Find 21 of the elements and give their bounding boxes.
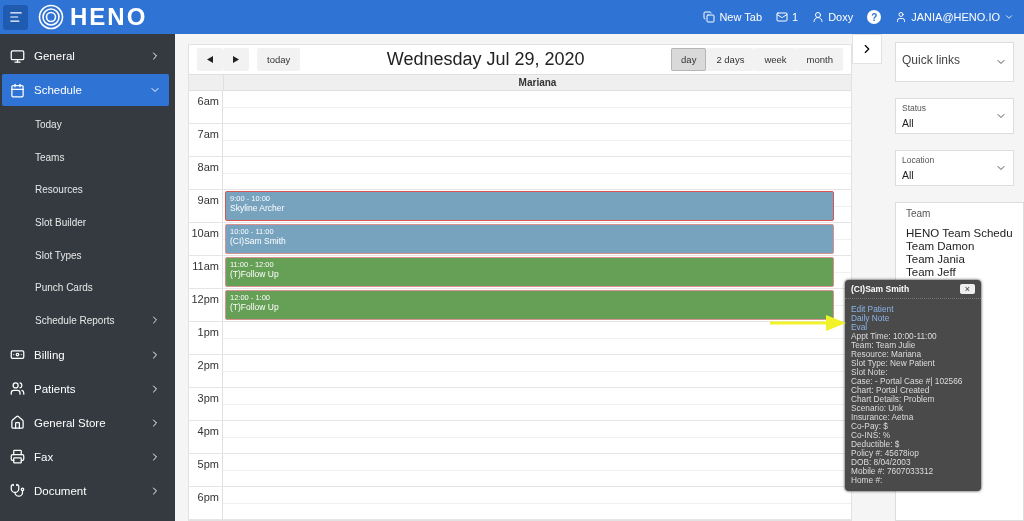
- calendar-title: Wednesday Jul 29, 2020: [385, 49, 586, 70]
- tooltip-detail: Case: - Portal Case #| 102566: [851, 377, 964, 386]
- tooltip-detail: Chart Details: Problem: [851, 395, 936, 404]
- tooltip-detail: Co-Pay: $: [851, 422, 889, 431]
- tooltip-detail: Home #:: [851, 476, 884, 485]
- tooltip-detail: Insurance: Aetna: [851, 413, 915, 422]
- tooltip-detail: Slot Note:: [851, 368, 889, 377]
- tooltip-detail: Deductible: $: [851, 440, 901, 449]
- tooltip-detail: Team: Team Julie: [851, 341, 917, 350]
- tooltip-detail: Resource: Mariana: [851, 350, 923, 359]
- tooltip-detail: Chart: Portal Created: [851, 386, 930, 395]
- tooltip-detail: Slot Type: New Patient: [851, 359, 936, 368]
- tooltip-detail: Mobile #: 7607033312: [851, 467, 935, 476]
- tooltip-title: (CI)Sam Smith: [851, 284, 910, 294]
- tooltip-detail: DOB: 8/04/2003: [851, 458, 911, 467]
- tooltip-detail: Appt Time: 10:00-11:00: [851, 332, 938, 341]
- tooltip-detail: Co-INS: %: [851, 431, 892, 440]
- tooltip-detail: Scenario: Unk: [851, 404, 905, 413]
- tooltip-detail: Policy #: 45678iop: [851, 449, 920, 458]
- logo-text: HENO: [70, 3, 148, 31]
- resource-header: Mariana: [517, 76, 558, 90]
